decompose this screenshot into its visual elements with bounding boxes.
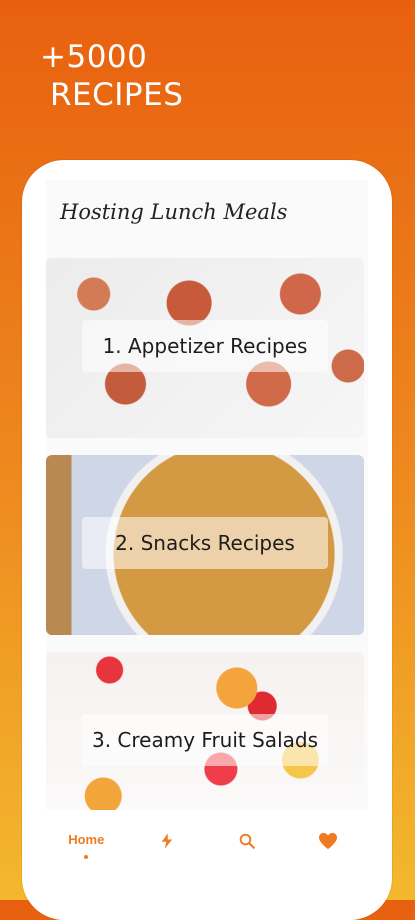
category-card-fruit-salads[interactable]: 3. Creamy Fruit Salads [46,652,364,832]
active-indicator [84,855,89,859]
phone-notch [122,160,292,182]
category-card-label: 1. Appetizer Recipes [82,320,328,372]
promo-heading: +5000 RECIPES [40,38,183,114]
search-icon [239,833,256,849]
category-card-snacks[interactable]: 2. Snacks Recipes [46,455,364,635]
promo-count: +5000 [40,39,148,75]
bottom-navigation: Home [46,810,368,880]
lightning-icon [161,833,172,849]
nav-search[interactable] [217,832,277,850]
category-card-label: 2. Snacks Recipes [82,517,328,569]
promo-recipes: RECIPES [50,77,184,113]
nav-lightning[interactable] [137,832,197,850]
category-card-appetizers[interactable]: 1. Appetizer Recipes [46,258,364,438]
nav-home-label: Home [68,832,105,847]
nav-home[interactable]: Home [56,832,116,859]
phone-frame: Hosting Lunch Meals 1. Appetizer Recipes… [22,160,392,920]
app-screen: Hosting Lunch Meals 1. Appetizer Recipes… [46,180,368,880]
page-title: Hosting Lunch Meals [60,200,288,224]
nav-favorites[interactable] [298,832,358,850]
heart-icon [318,832,337,850]
category-card-label: 3. Creamy Fruit Salads [82,714,328,766]
